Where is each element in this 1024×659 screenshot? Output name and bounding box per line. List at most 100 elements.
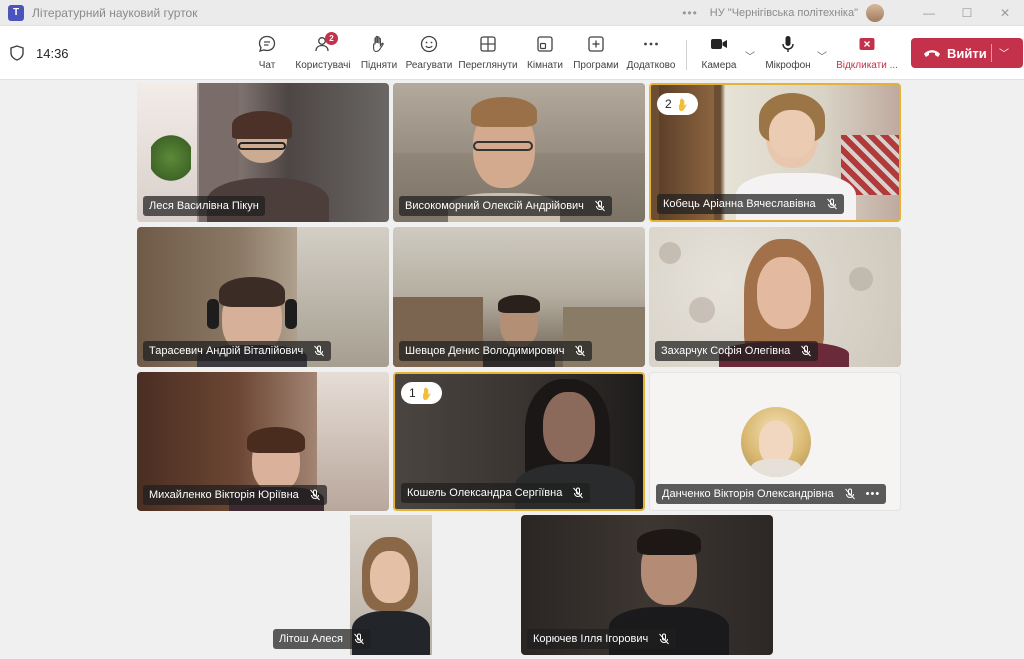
participant-name: Леся Василівна Пікун: [149, 200, 259, 212]
chat-label: Чат: [258, 60, 276, 71]
user-avatar[interactable]: [866, 4, 884, 22]
meeting-timer: 14:36: [36, 46, 69, 61]
more-options-icon[interactable]: •••: [682, 6, 698, 20]
react-label: Реагувати: [405, 60, 453, 71]
participant-name-tag: Літош Алеся: [273, 629, 371, 649]
participant-name: Михайленко Вікторія Юріївна: [149, 489, 299, 501]
mic-off-icon: [801, 345, 812, 357]
participant-options-icon[interactable]: •••: [866, 488, 881, 500]
microphone-options-chevron-icon[interactable]: ﹀: [817, 48, 827, 63]
react-button[interactable]: Реагувати: [405, 34, 453, 76]
people-label: Користувачі: [295, 60, 351, 71]
participant-name: Данченко Вікторія Олександрівна: [662, 488, 834, 500]
mic-off-icon: [575, 345, 586, 357]
chat-icon: [257, 34, 277, 54]
title-bar: T Літературний науковий гурток ••• НУ "Ч…: [0, 0, 1024, 26]
teams-logo-icon: T: [8, 4, 24, 21]
participant-name: Кобець Аріанна Вячеславівна: [663, 198, 816, 210]
raised-hand-icon: [678, 97, 687, 111]
participant-name-tag: Захарчук Софія Олегівна: [655, 341, 819, 361]
camera-label: Камера: [701, 60, 737, 71]
breakout-rooms-button[interactable]: Кімнати: [526, 34, 564, 76]
participant-tile[interactable]: Корючев Ілля Ігорович: [521, 515, 773, 655]
microphone-label: Мікрофон: [765, 60, 811, 71]
more-label: Додатково: [626, 60, 676, 71]
participant-tile[interactable]: Леся Василівна Пікун: [137, 83, 389, 222]
maximize-button[interactable]: ☐: [948, 0, 986, 26]
shield-icon: [10, 45, 24, 61]
mic-off-icon: [314, 345, 325, 357]
participant-tile[interactable]: 2 Кобець Аріанна Вячеславівна: [649, 83, 901, 222]
organization-name: НУ "Чернігівська політехніка": [709, 7, 858, 19]
mic-off-icon: [595, 200, 605, 212]
stop-share-icon: [857, 34, 877, 54]
rooms-label: Кімнати: [527, 60, 563, 71]
video-camera-icon: [709, 34, 729, 54]
camera-options-chevron-icon[interactable]: ﹀: [745, 48, 755, 63]
leave-button[interactable]: Вийти ﹀: [911, 38, 1023, 68]
raised-hand-badge: 2: [657, 93, 698, 115]
add-app-icon: [586, 34, 606, 54]
microphone-button[interactable]: Мікрофон: [765, 34, 811, 76]
hang-up-icon: [924, 50, 940, 57]
participant-tile[interactable]: Тарасевич Андрій Віталійович: [137, 227, 389, 367]
leave-options-chevron-icon[interactable]: ﹀: [999, 45, 1009, 60]
mic-off-icon: [826, 198, 837, 210]
participant-name: Високоморний Олексій Андрійович: [405, 200, 584, 212]
more-actions-button[interactable]: Додатково: [627, 34, 675, 76]
participant-name-tag: Високоморний Олексій Андрійович: [399, 196, 612, 216]
microphone-icon: [778, 34, 798, 54]
mic-off-icon: [844, 488, 855, 500]
participant-name-tag: Шевцов Денис Володимирович: [399, 341, 593, 361]
apps-button[interactable]: Програми: [573, 34, 619, 76]
toolbar-divider: [686, 40, 687, 70]
raised-hand-icon: [422, 386, 431, 400]
emoji-icon: [419, 34, 439, 54]
rooms-icon: [535, 34, 555, 54]
view-label: Переглянути: [458, 60, 518, 71]
grid-view-icon: [478, 34, 498, 54]
raise-hand-label: Підняти: [360, 60, 398, 71]
participant-tile[interactable]: Захарчук Софія Олегівна: [649, 227, 901, 367]
participant-name: Корючев Ілля Ігорович: [533, 633, 649, 645]
window-title: Літературний науковий гурток: [32, 5, 198, 20]
leave-separator: [991, 44, 992, 62]
view-button[interactable]: Переглянути: [458, 34, 518, 76]
participant-name: Літош Алеся: [279, 633, 343, 645]
leave-label: Вийти: [947, 45, 987, 61]
participant-name-tag: Тарасевич Андрій Віталійович: [143, 341, 332, 361]
camera-button[interactable]: Камера: [701, 34, 737, 76]
raise-hand-icon: [369, 34, 389, 54]
participant-tile[interactable]: 1 Кошель Олександра Сергіївна: [393, 372, 645, 511]
participant-name: Шевцов Денис Володимирович: [405, 345, 565, 357]
participant-tile[interactable]: Літош Алеся: [267, 515, 517, 655]
close-window-button[interactable]: ✕: [986, 0, 1024, 26]
raise-hand-button[interactable]: Підняти: [360, 34, 398, 76]
participant-name: Захарчук Софія Олегівна: [661, 345, 791, 357]
participant-name: Тарасевич Андрій Віталійович: [149, 345, 304, 357]
mic-off-icon: [659, 633, 670, 645]
raised-hand-order: 1: [409, 386, 416, 400]
participant-tile[interactable]: Високоморний Олексій Андрійович: [393, 83, 645, 222]
participant-name-tag: Кошель Олександра Сергіївна: [401, 483, 591, 503]
participant-name-tag: Леся Василівна Пікун: [143, 196, 265, 216]
stop-sharing-label: Відкликати ...: [836, 60, 898, 71]
participant-name-tag: Кобець Аріанна Вячеславівна: [657, 194, 844, 214]
chat-button[interactable]: Чат: [255, 34, 279, 76]
apps-label: Програми: [573, 60, 619, 71]
participant-tile[interactable]: Данченко Вікторія Олександрівна •••: [649, 372, 901, 511]
raised-hand-badge: 1: [401, 382, 442, 404]
stop-sharing-button[interactable]: Відкликати ...: [836, 34, 898, 76]
participant-name-tag: Михайленко Вікторія Юріївна: [143, 485, 327, 505]
participant-tile[interactable]: Шевцов Денис Володимирович: [393, 227, 645, 367]
people-button[interactable]: 2 Користувачі: [295, 32, 351, 76]
mic-off-icon: [309, 489, 320, 501]
meeting-toolbar: 14:36 Чат 2 Користувачі Підняти Реагуват…: [0, 26, 1024, 80]
minimize-button[interactable]: —: [910, 0, 948, 26]
participant-name-tag: Корючев Ілля Ігорович: [527, 629, 677, 649]
people-count-badge: 2: [325, 32, 338, 45]
participant-avatar: [741, 407, 811, 477]
participant-tile[interactable]: Михайленко Вікторія Юріївна: [137, 372, 389, 511]
raised-hand-order: 2: [665, 97, 672, 111]
participant-name: Кошель Олександра Сергіївна: [407, 487, 563, 499]
